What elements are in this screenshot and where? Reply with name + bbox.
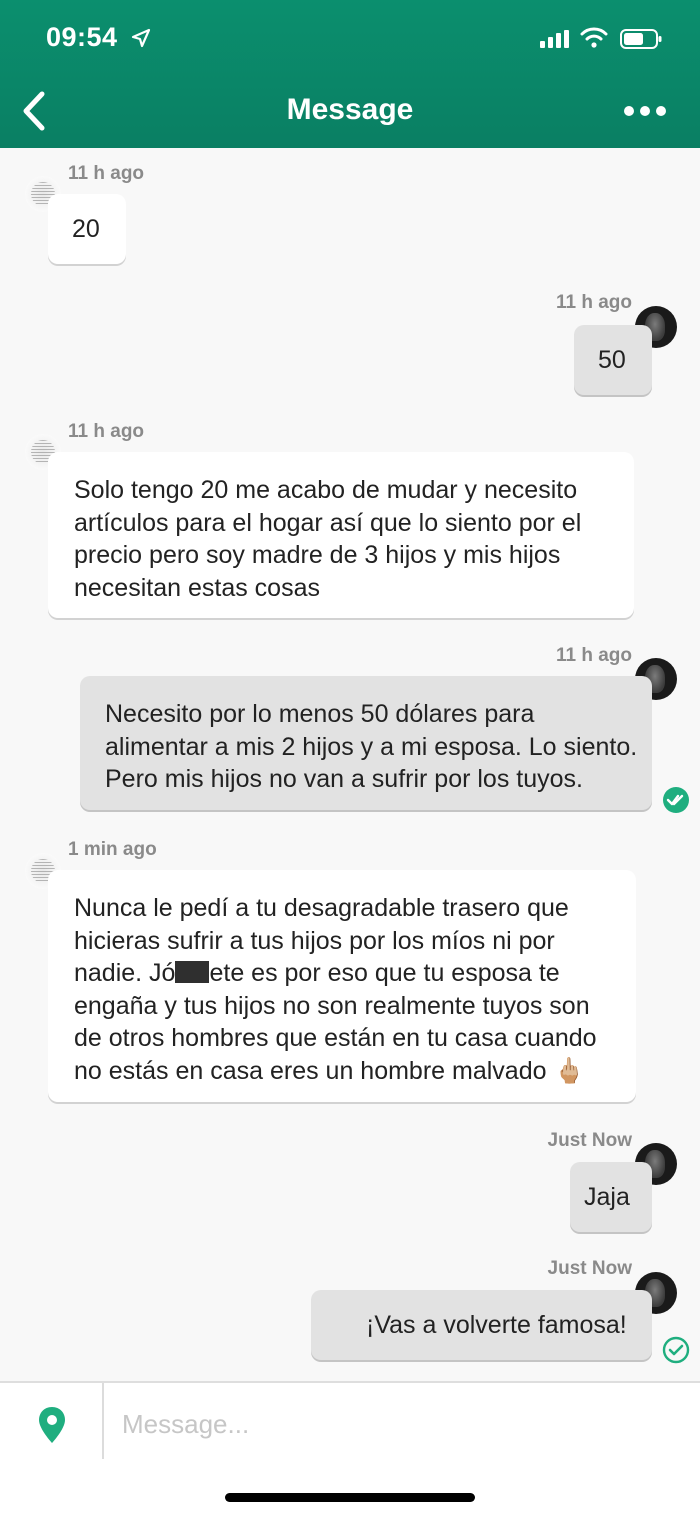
signal-icon bbox=[540, 30, 569, 48]
message-bubble-outgoing[interactable]: Jaja bbox=[570, 1162, 652, 1232]
double-check-icon bbox=[663, 787, 689, 813]
message-line: nadie. Jó ete es por eso que tu esposa te bbox=[74, 957, 636, 990]
message-text: ete es por eso que tu esposa te bbox=[209, 959, 560, 987]
home-indicator[interactable] bbox=[225, 1493, 475, 1502]
message-line: engaña y tus hijos no son realmente tuyo… bbox=[74, 991, 590, 1020]
message-timestamp: 11 h ago bbox=[68, 163, 145, 184]
message-bubble-incoming[interactable]: 20 bbox=[48, 194, 126, 264]
top-bar: 09:54 Message bbox=[0, 0, 700, 148]
message-line: de otros hombres que están en tu casa cu… bbox=[74, 1024, 597, 1052]
message-line: Necesito por lo menos 50 dólares para bbox=[105, 700, 535, 728]
message-bubble-outgoing[interactable]: 50 bbox=[574, 325, 652, 395]
message-text: 50 bbox=[598, 346, 626, 374]
message-timestamp: 11 h ago bbox=[555, 292, 632, 313]
check-icon bbox=[662, 1336, 690, 1364]
message-bubble-incoming[interactable]: Nunca le pedí a tu desagradable trasero … bbox=[48, 870, 636, 1102]
message-line: artículos para el hogar así que lo sient… bbox=[74, 508, 582, 537]
location-pin-icon[interactable] bbox=[36, 1405, 68, 1445]
message-bubble-incoming[interactable]: Solo tengo 20 me acabo de mudar y necesi… bbox=[48, 452, 634, 618]
message-timestamp: 11 h ago bbox=[555, 645, 632, 666]
message-line: Pero mis hijos no van a sufrir por los t… bbox=[105, 765, 583, 793]
message-timestamp: 11 h ago bbox=[68, 421, 145, 442]
composer-divider bbox=[102, 1383, 104, 1459]
message-bubble-outgoing[interactable]: Necesito por lo menos 50 dólares para al… bbox=[80, 676, 652, 810]
status-time: 09:54 bbox=[46, 22, 118, 52]
message-text: Jaja bbox=[584, 1183, 630, 1211]
wifi-icon bbox=[580, 27, 608, 48]
message-text: 20 bbox=[72, 215, 100, 243]
message-text: no estás en casa eres un hombre malvado bbox=[74, 1056, 547, 1085]
message-bubble-outgoing[interactable]: ¡Vas a volverte famosa! bbox=[311, 1290, 652, 1360]
composer-bar bbox=[0, 1381, 700, 1517]
message-line: Solo tengo 20 me acabo de mudar y necesi… bbox=[74, 476, 578, 504]
message-text: ¡Vas a volverte famosa! bbox=[366, 1311, 627, 1339]
message-timestamp: Just Now bbox=[547, 1130, 632, 1151]
middle-finger-emoji: 🖕🏼 bbox=[553, 1056, 585, 1085]
battery-icon bbox=[620, 29, 662, 49]
message-line: precio pero soy madre de 3 hijos y mis h… bbox=[74, 541, 561, 569]
more-dots-icon[interactable] bbox=[620, 100, 670, 122]
message-line: no estás en casa eres un hombre malvado … bbox=[74, 1055, 636, 1088]
message-input[interactable] bbox=[120, 1399, 684, 1449]
message-text: nadie. Jó bbox=[74, 959, 176, 987]
message-line: alimentar a mis 2 hijos y a mi esposa. L… bbox=[105, 732, 638, 761]
redaction-box bbox=[175, 961, 210, 983]
message-line: hicieras sufrir a tus hijos por los míos… bbox=[74, 926, 555, 955]
message-timestamp: 1 min ago bbox=[68, 839, 157, 860]
message-line: necesitan estas cosas bbox=[74, 573, 320, 602]
location-arrow-icon bbox=[131, 28, 151, 48]
message-line: Nunca le pedí a tu desagradable trasero … bbox=[74, 894, 569, 922]
message-timestamp: Just Now bbox=[547, 1258, 632, 1279]
page-title: Message bbox=[286, 93, 414, 126]
